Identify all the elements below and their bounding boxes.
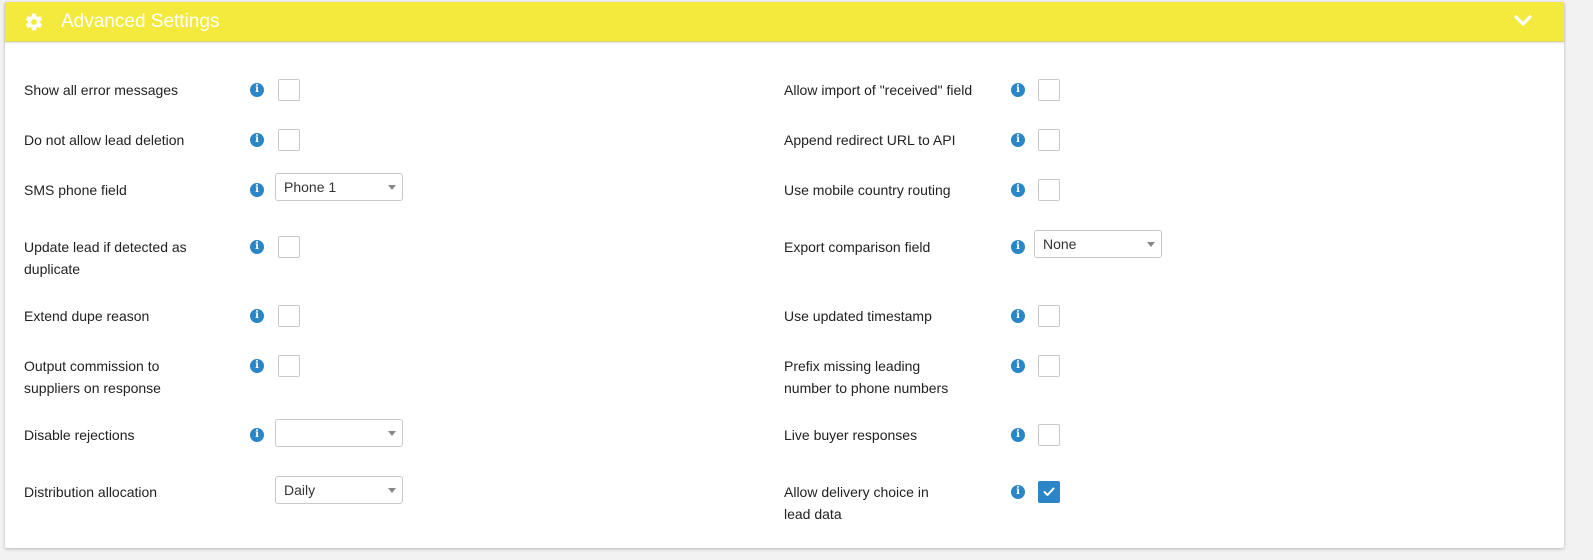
info-icon[interactable]: i	[1011, 83, 1025, 97]
disable-rejections-select[interactable]	[275, 419, 403, 447]
info-icon[interactable]: i	[250, 309, 264, 323]
chevron-down-icon[interactable]	[1514, 14, 1532, 28]
setting-label: Disable rejections	[24, 427, 135, 443]
setting-label: Distribution allocation	[24, 484, 158, 500]
setting-label: Prefix missing leading number to phone n…	[784, 358, 949, 396]
setting-label: Live buyer responses	[784, 427, 918, 443]
info-icon[interactable]: i	[250, 240, 264, 254]
setting-label: SMS phone field	[24, 182, 127, 198]
setting-label: Export comparison field	[784, 239, 931, 255]
info-icon[interactable]: i	[250, 133, 264, 147]
update-lead-if-duplicate-checkbox[interactable]	[278, 236, 300, 258]
export-comparison-field-select[interactable]: None	[1034, 230, 1162, 258]
panel-title: Advanced Settings	[61, 11, 220, 32]
use-mobile-country-routing-checkbox[interactable]	[1038, 179, 1060, 201]
info-icon[interactable]: i	[1011, 133, 1025, 147]
select-value: Daily	[284, 482, 316, 498]
dropdown-caret-icon	[388, 488, 396, 493]
dropdown-caret-icon	[388, 431, 396, 436]
output-commission-checkbox[interactable]	[278, 355, 300, 377]
info-icon[interactable]: i	[1011, 485, 1025, 499]
info-icon[interactable]: i	[1011, 240, 1025, 254]
extend-dupe-reason-checkbox[interactable]	[278, 305, 300, 327]
info-icon[interactable]: i	[1011, 309, 1025, 323]
allow-import-received-checkbox[interactable]	[1038, 79, 1060, 101]
info-icon[interactable]: i	[1011, 428, 1025, 442]
select-value: Phone 1	[284, 179, 337, 195]
setting-label: Allow delivery choice in lead data	[784, 484, 929, 522]
setting-label: Show all error messages	[24, 82, 179, 98]
dropdown-caret-icon	[1147, 242, 1155, 247]
append-redirect-url-checkbox[interactable]	[1038, 129, 1060, 151]
show-all-error-messages-checkbox[interactable]	[278, 79, 300, 101]
setting-label: Append redirect URL to API	[784, 132, 956, 148]
info-icon[interactable]: i	[250, 428, 264, 442]
setting-label: Update lead if detected as duplicate	[24, 239, 187, 277]
allow-delivery-choice-checkbox[interactable]	[1038, 481, 1060, 503]
distribution-allocation-select[interactable]: Daily	[275, 476, 403, 504]
info-icon[interactable]: i	[1011, 359, 1025, 373]
use-updated-timestamp-checkbox[interactable]	[1038, 305, 1060, 327]
gear-icon	[25, 13, 43, 31]
setting-label: Do not allow lead deletion	[24, 132, 185, 148]
info-icon[interactable]: i	[250, 83, 264, 97]
dropdown-caret-icon	[388, 185, 396, 190]
setting-label: Use mobile country routing	[784, 182, 951, 198]
prefix-missing-leading-number-checkbox[interactable]	[1038, 355, 1060, 377]
sms-phone-field-select[interactable]: Phone 1	[275, 173, 403, 201]
checkmark-icon	[1043, 487, 1055, 496]
setting-label: Use updated timestamp	[784, 308, 932, 324]
setting-label: Extend dupe reason	[24, 308, 150, 324]
live-buyer-responses-checkbox[interactable]	[1038, 424, 1060, 446]
info-icon[interactable]: i	[250, 359, 264, 373]
info-icon[interactable]: i	[1011, 183, 1025, 197]
panel-header[interactable]: Advanced Settings	[5, 2, 1564, 42]
setting-label: Output commission to suppliers on respon…	[24, 358, 161, 396]
setting-label: Allow import of "received" field	[784, 82, 973, 98]
info-icon[interactable]: i	[250, 183, 264, 197]
advanced-settings-panel: Advanced Settings Show all error message…	[5, 2, 1564, 548]
select-value: None	[1043, 236, 1077, 252]
do-not-allow-lead-deletion-checkbox[interactable]	[278, 129, 300, 151]
